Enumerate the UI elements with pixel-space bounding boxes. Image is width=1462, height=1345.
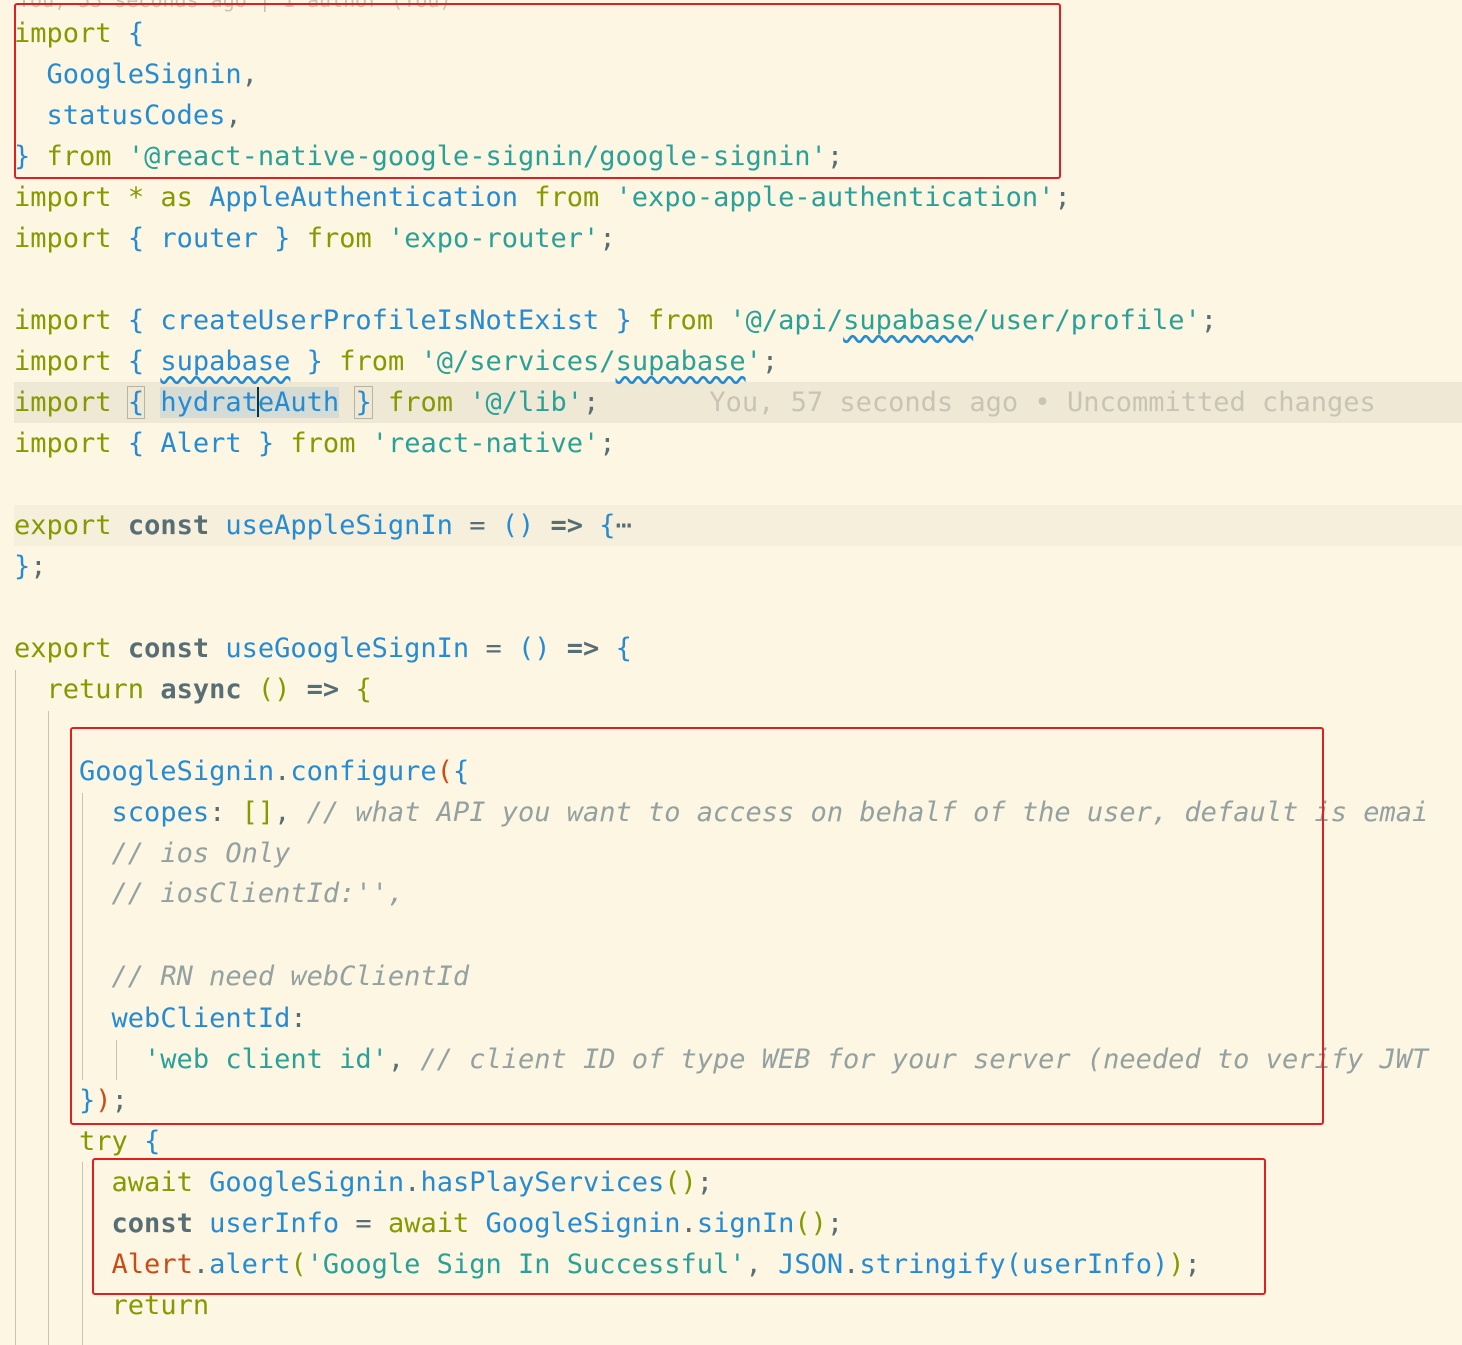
code-line-9[interactable]: import { supabase } from '@/services/sup… [14, 341, 778, 382]
code-line-14[interactable]: }; [14, 546, 47, 587]
code-line-8[interactable]: import { createUserProfileIsNotExist } f… [14, 300, 1217, 341]
annotation-box-signin [92, 1158, 1266, 1295]
code-line-10[interactable]: import { hydrateAuth } from '@/lib'; You,… [14, 382, 1376, 423]
text-cursor [256, 387, 259, 417]
code-line-6[interactable]: import { router } from 'expo-router'; [14, 218, 616, 259]
code-line-16[interactable]: export const useGoogleSignIn = () => { [14, 628, 632, 669]
code-line-17[interactable]: return async () => { [14, 669, 372, 710]
code-line-11[interactable]: import { Alert } from 'react-native'; [14, 423, 616, 464]
code-line-13-folded[interactable]: export const useAppleSignIn = () => {⋯ [14, 505, 1462, 546]
git-blame-annotation: You, 57 seconds ago • Uncommitted change… [709, 387, 1376, 418]
code-line-28[interactable]: try { [14, 1121, 160, 1162]
code-line-5[interactable]: import * as AppleAuthentication from 'ex… [14, 177, 1071, 218]
fold-ellipsis-icon[interactable]: ⋯ [616, 510, 632, 541]
annotation-box-imports [14, 3, 1061, 179]
annotation-box-configure [70, 727, 1324, 1125]
